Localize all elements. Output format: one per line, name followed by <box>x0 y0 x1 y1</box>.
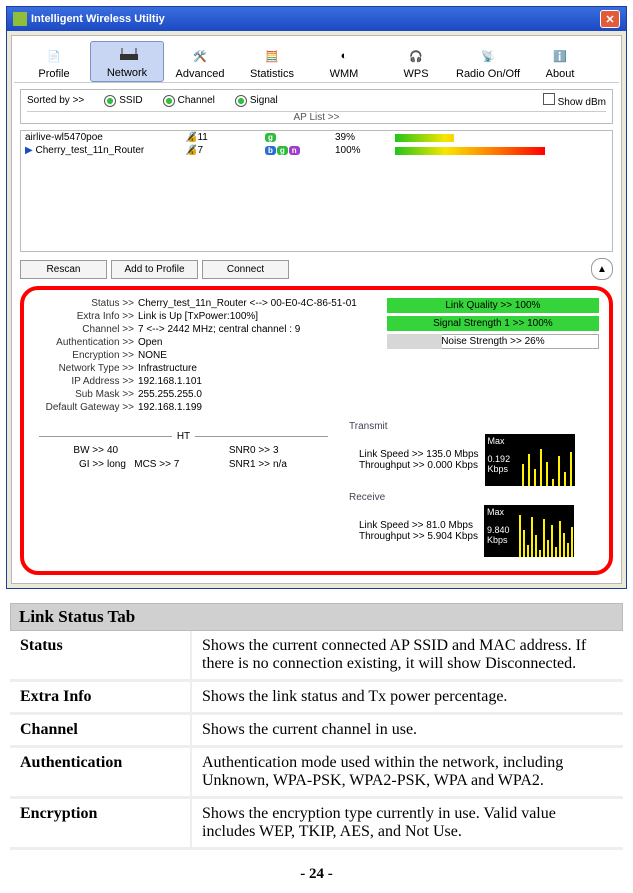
band-g-icon: g <box>277 146 288 155</box>
sort-signal[interactable]: Signal <box>235 95 278 107</box>
tab-about[interactable]: ℹ️ About <box>524 43 596 82</box>
sort-bar: Sorted by >> SSID Channel Signal Show dB… <box>20 89 613 124</box>
app-window: Intelligent Wireless Utiltiy ✕ 📄 Profile… <box>6 6 627 589</box>
gw-label: Default Gateway >> <box>34 402 134 413</box>
tab-wmm[interactable]: ◐ WMM <box>308 43 380 82</box>
mask-value: 255.255.255.0 <box>138 389 357 400</box>
button-row: Rescan Add to Profile Connect ▲ <box>20 258 613 280</box>
network-icon <box>114 44 140 66</box>
band-n-icon: n <box>289 146 300 155</box>
radio-icon <box>163 95 175 107</box>
receive-graph: Max 9.840Kbps <box>484 505 574 557</box>
ap-percent: 100% <box>335 145 395 156</box>
signal-strength-bar: Signal Strength 1 >> 100% <box>387 316 599 331</box>
signal-bar <box>395 147 545 155</box>
band-b-icon: b <box>265 146 276 155</box>
profile-icon: 📄 <box>41 45 67 67</box>
connected-icon: ▶ <box>25 145 33 156</box>
ap-row[interactable]: airlive-wl5470poe 🔏11 g 39% <box>21 131 612 144</box>
sort-ssid[interactable]: SSID <box>104 95 142 107</box>
ap-channel: 11 <box>197 132 207 143</box>
throughput-box: Transmit Link Speed >> 135.0 Mbps Throug… <box>349 421 599 563</box>
auth-value: Open <box>138 337 357 348</box>
client-area: 📄 Profile Network 🛠️ Advanced 🧮 Statisti… <box>11 35 622 584</box>
channel-value: 7 <--> 2442 MHz; central channel : 9 <box>138 324 357 335</box>
show-dbm-check[interactable]: Show dBm <box>543 93 606 108</box>
lock-icon: 🔏 <box>185 145 197 156</box>
transmit-title: Transmit <box>349 421 599 432</box>
lock-icon: 🔏 <box>185 132 197 143</box>
nettype-label: Network Type >> <box>34 363 134 374</box>
sorted-by-label: Sorted by >> <box>27 95 84 106</box>
enc-value: NONE <box>138 350 357 361</box>
ap-row[interactable]: ▶ Cherry_test_11n_Router 🔏7 bgn 100% <box>21 144 612 157</box>
transmit-graph: Max 0.192Kbps <box>485 434 575 486</box>
ap-ssid: airlive-wl5470poe <box>25 132 185 143</box>
tab-wps[interactable]: 🎧 WPS <box>380 43 452 82</box>
tab-statistics[interactable]: 🧮 Statistics <box>236 43 308 82</box>
ap-list-label: AP List >> <box>27 111 606 123</box>
advanced-icon: 🛠️ <box>187 45 213 67</box>
tab-profile[interactable]: 📄 Profile <box>18 43 90 82</box>
wps-icon: 🎧 <box>403 45 429 67</box>
titlebar[interactable]: Intelligent Wireless Utiltiy ✕ <box>7 7 626 31</box>
nettype-value: Infrastructure <box>138 363 357 374</box>
rescan-button[interactable]: Rescan <box>20 260 107 279</box>
status-kv: Status >> Cherry_test_11n_Router <--> 00… <box>34 298 357 413</box>
radio-icon <box>104 95 116 107</box>
ap-list[interactable]: airlive-wl5470poe 🔏11 g 39% ▶ Cherry_tes… <box>20 130 613 252</box>
wmm-icon: ◐ <box>331 45 357 67</box>
receive-title: Receive <box>349 492 599 503</box>
extra-label: Extra Info >> <box>34 311 134 322</box>
radio-icon <box>235 95 247 107</box>
ap-channel: 7 <box>197 145 203 156</box>
tab-advanced[interactable]: 🛠️ Advanced <box>164 43 236 82</box>
about-icon: ℹ️ <box>547 45 573 67</box>
close-button[interactable]: ✕ <box>600 10 620 28</box>
ht-values: BW >>40 SNR0 >>3 GI >> long MCS >> 7 SNR… <box>34 445 333 470</box>
status-label: Status >> <box>34 298 134 309</box>
gw-value: 192.168.1.199 <box>138 402 357 413</box>
doc-row: Encryption Shows the encryption type cur… <box>10 799 623 850</box>
ip-value: 192.168.1.101 <box>138 376 357 387</box>
ip-label: IP Address >> <box>34 376 134 387</box>
channel-label: Channel >> <box>34 324 134 335</box>
doc-title: Link Status Tab <box>10 603 623 631</box>
doc-row: Channel Shows the current channel in use… <box>10 715 623 748</box>
sort-channel[interactable]: Channel <box>163 95 215 107</box>
window-title: Intelligent Wireless Utiltiy <box>31 13 165 25</box>
link-quality-bar: Link Quality >> 100% <box>387 298 599 313</box>
doc-row: Status Shows the current connected AP SS… <box>10 631 623 682</box>
enc-label: Encryption >> <box>34 350 134 361</box>
doc-table: Link Status Tab Status Shows the current… <box>10 603 623 850</box>
add-to-profile-button[interactable]: Add to Profile <box>111 260 198 279</box>
main-toolbar: 📄 Profile Network 🛠️ Advanced 🧮 Statisti… <box>14 38 619 83</box>
doc-row: Authentication Authentication mode used … <box>10 748 623 799</box>
tab-network[interactable]: Network <box>90 41 164 82</box>
link-status-pane: Status >> Cherry_test_11n_Router <--> 00… <box>20 286 613 575</box>
ap-ssid: Cherry_test_11n_Router <box>35 145 144 156</box>
page-number: - 24 - <box>0 866 633 883</box>
quality-bars: Link Quality >> 100% Signal Strength 1 >… <box>387 298 599 413</box>
app-icon <box>13 12 27 26</box>
radio-icon: 📡 <box>475 45 501 67</box>
tab-radio[interactable]: 📡 Radio On/Off <box>452 43 524 82</box>
connect-button[interactable]: Connect <box>202 260 289 279</box>
status-value: Cherry_test_11n_Router <--> 00-E0-4C-86-… <box>138 298 357 309</box>
statistics-icon: 🧮 <box>259 45 285 67</box>
mask-label: Sub Mask >> <box>34 389 134 400</box>
extra-value: Link is Up [TxPower:100%] <box>138 311 357 322</box>
noise-strength-bar: Noise Strength >> 26% <box>387 334 599 349</box>
ht-section: HT <box>34 431 333 442</box>
auth-label: Authentication >> <box>34 337 134 348</box>
signal-bar <box>395 134 545 142</box>
collapse-toggle[interactable]: ▲ <box>591 258 613 280</box>
checkbox-icon <box>543 93 555 105</box>
band-g-icon: g <box>265 133 276 142</box>
ap-percent: 39% <box>335 132 395 143</box>
doc-row: Extra Info Shows the link status and Tx … <box>10 682 623 715</box>
